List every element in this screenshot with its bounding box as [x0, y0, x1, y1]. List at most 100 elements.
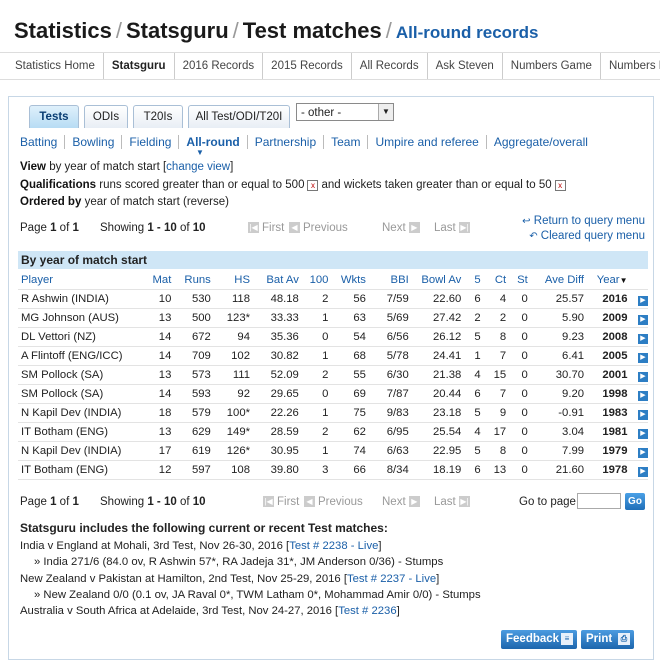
- top-navigation: Statistics Home Statsguru 2016 Records 2015…: [0, 52, 660, 80]
- table-cell: 0: [509, 422, 531, 442]
- next-button[interactable]: Next ▶: [382, 222, 423, 234]
- play-arrow-icon[interactable]: ▶: [638, 447, 648, 458]
- table-cell: 39.80: [253, 460, 302, 480]
- feedback-button[interactable]: Feedback ≡: [501, 630, 577, 649]
- table-cell: 0: [509, 346, 531, 366]
- return-query-link[interactable]: ↩ Return to query menu: [522, 214, 645, 229]
- crumb-test-matches[interactable]: Test matches: [243, 18, 382, 43]
- previous-button[interactable]: ◀ Previous: [289, 222, 348, 234]
- table-cell: 22.60: [411, 289, 465, 309]
- col-st[interactable]: St: [509, 270, 531, 290]
- row-go[interactable]: ▶: [630, 346, 648, 366]
- last-button[interactable]: Last ▶|: [434, 222, 473, 234]
- col-mat[interactable]: Mat: [144, 270, 175, 290]
- tab-odis[interactable]: ODIs: [84, 105, 128, 128]
- play-arrow-icon[interactable]: ▶: [638, 352, 648, 363]
- col-5[interactable]: 5: [464, 270, 484, 290]
- crumb-statsguru[interactable]: Statsguru: [126, 18, 229, 43]
- table-cell: 118: [213, 289, 253, 309]
- col-ave-diff[interactable]: Ave Diff: [530, 270, 588, 290]
- col-year[interactable]: Year▼: [587, 270, 631, 290]
- play-arrow-icon[interactable]: ▶: [638, 409, 648, 420]
- table-row: N Kapil Dev (INDIA) 17 619 126* 30.95 1 74 6/63…: [18, 441, 648, 461]
- nav-all-records[interactable]: All Records: [352, 53, 428, 79]
- col-wkts[interactable]: Wkts: [331, 270, 369, 290]
- row-go[interactable]: ▶: [630, 403, 648, 423]
- remove-qualification-icon[interactable]: x: [554, 180, 566, 191]
- play-arrow-icon[interactable]: ▶: [638, 390, 648, 401]
- remove-qualification-icon[interactable]: x: [307, 180, 319, 191]
- print-button[interactable]: Print ⎙: [581, 630, 634, 649]
- return-icon: ↩: [522, 216, 531, 227]
- nav-2016-records[interactable]: 2016 Records: [175, 53, 264, 79]
- row-go[interactable]: ▶: [630, 441, 648, 461]
- subnav-partnership[interactable]: Partnership: [247, 135, 325, 149]
- nav-numbers-dont-lie[interactable]: Numbers Don't Lie: [601, 53, 660, 79]
- row-go[interactable]: ▶: [630, 365, 648, 385]
- subnav-umpire[interactable]: Umpire and referee: [368, 135, 487, 149]
- play-arrow-icon[interactable]: ▶: [638, 371, 648, 382]
- nav-ask-steven[interactable]: Ask Steven: [428, 53, 503, 79]
- change-view-link[interactable]: change view: [166, 161, 230, 173]
- row-go[interactable]: ▶: [630, 460, 648, 480]
- first-button[interactable]: |◀ First: [248, 222, 284, 234]
- table-cell: 2: [301, 422, 332, 442]
- table-cell: 0: [509, 327, 531, 347]
- tab-t20is[interactable]: T20Is: [133, 105, 183, 128]
- col-100[interactable]: 100: [301, 270, 332, 290]
- col-player[interactable]: Player: [18, 270, 145, 290]
- subnav-all-round[interactable]: All-round: [179, 135, 248, 149]
- nav-statsguru[interactable]: Statsguru: [104, 53, 175, 79]
- goto-page-input[interactable]: [577, 493, 621, 509]
- last-button[interactable]: Last ▶|: [434, 496, 473, 508]
- row-go[interactable]: ▶: [630, 327, 648, 347]
- tab-all-formats[interactable]: All Test/ODI/T20I: [188, 105, 290, 128]
- previous-button[interactable]: ◀ Previous: [304, 496, 363, 508]
- other-select[interactable]: - other - ▼: [296, 103, 394, 121]
- table-row: R Ashwin (INDIA) 10 530 118 48.18 2 56 7/59 22.6…: [18, 289, 648, 309]
- col-hs[interactable]: HS: [213, 270, 253, 290]
- table-cell: 14: [144, 384, 175, 404]
- subnav-team[interactable]: Team: [324, 135, 369, 149]
- subnav-bowling[interactable]: Bowling: [65, 135, 123, 149]
- go-button[interactable]: Go: [625, 493, 645, 510]
- chevron-down-icon: ▼: [378, 104, 393, 120]
- table-cell: 69: [331, 384, 369, 404]
- ordered-line: Ordered by year of match start (reverse): [20, 196, 229, 208]
- play-arrow-icon[interactable]: ▶: [638, 428, 648, 439]
- cleared-query-link[interactable]: ↶ Cleared query menu: [522, 229, 645, 244]
- play-arrow-icon[interactable]: ▶: [638, 466, 648, 477]
- subnav-aggregate[interactable]: Aggregate/overall: [487, 135, 595, 149]
- col-bat-av[interactable]: Bat Av: [253, 270, 302, 290]
- col-ct[interactable]: Ct: [483, 270, 510, 290]
- nav-numbers-game[interactable]: Numbers Game: [503, 53, 601, 79]
- match-link-2238[interactable]: Test # 2238 - Live: [289, 540, 378, 552]
- play-arrow-icon[interactable]: ▶: [638, 314, 648, 325]
- row-go[interactable]: ▶: [630, 422, 648, 442]
- table-cell: N Kapil Dev (INDIA): [18, 441, 145, 461]
- row-go[interactable]: ▶: [630, 289, 648, 309]
- nav-2015-records[interactable]: 2015 Records: [263, 53, 352, 79]
- tab-tests[interactable]: Tests: [29, 105, 79, 128]
- match-link-2237[interactable]: Test # 2237 - Live: [347, 573, 436, 585]
- table-cell: 62: [331, 422, 369, 442]
- match-detail-1: » India 271/6 (84.0 ov, R Ashwin 57*, RA…: [34, 556, 444, 568]
- row-go[interactable]: ▶: [630, 308, 648, 328]
- table-cell: 593: [174, 384, 214, 404]
- row-go[interactable]: ▶: [630, 384, 648, 404]
- col-bowl-av[interactable]: Bowl Av: [411, 270, 465, 290]
- play-arrow-icon[interactable]: ▶: [638, 295, 648, 306]
- subnav-fielding[interactable]: Fielding: [122, 135, 180, 149]
- subnav-batting[interactable]: Batting: [20, 135, 66, 149]
- crumb-statistics[interactable]: Statistics: [14, 18, 112, 43]
- table-cell: 2005: [587, 346, 631, 366]
- col-runs[interactable]: Runs: [174, 270, 214, 290]
- table-cell: 13: [144, 422, 175, 442]
- play-arrow-icon[interactable]: ▶: [638, 333, 648, 344]
- first-button[interactable]: |◀ First: [263, 496, 299, 508]
- col-bbi[interactable]: BBI: [368, 270, 412, 290]
- nav-statistics-home[interactable]: Statistics Home: [0, 53, 104, 79]
- match-link-2236[interactable]: Test # 2236: [338, 605, 396, 617]
- next-button[interactable]: Next ▶: [382, 496, 423, 508]
- table-cell: 92: [213, 384, 253, 404]
